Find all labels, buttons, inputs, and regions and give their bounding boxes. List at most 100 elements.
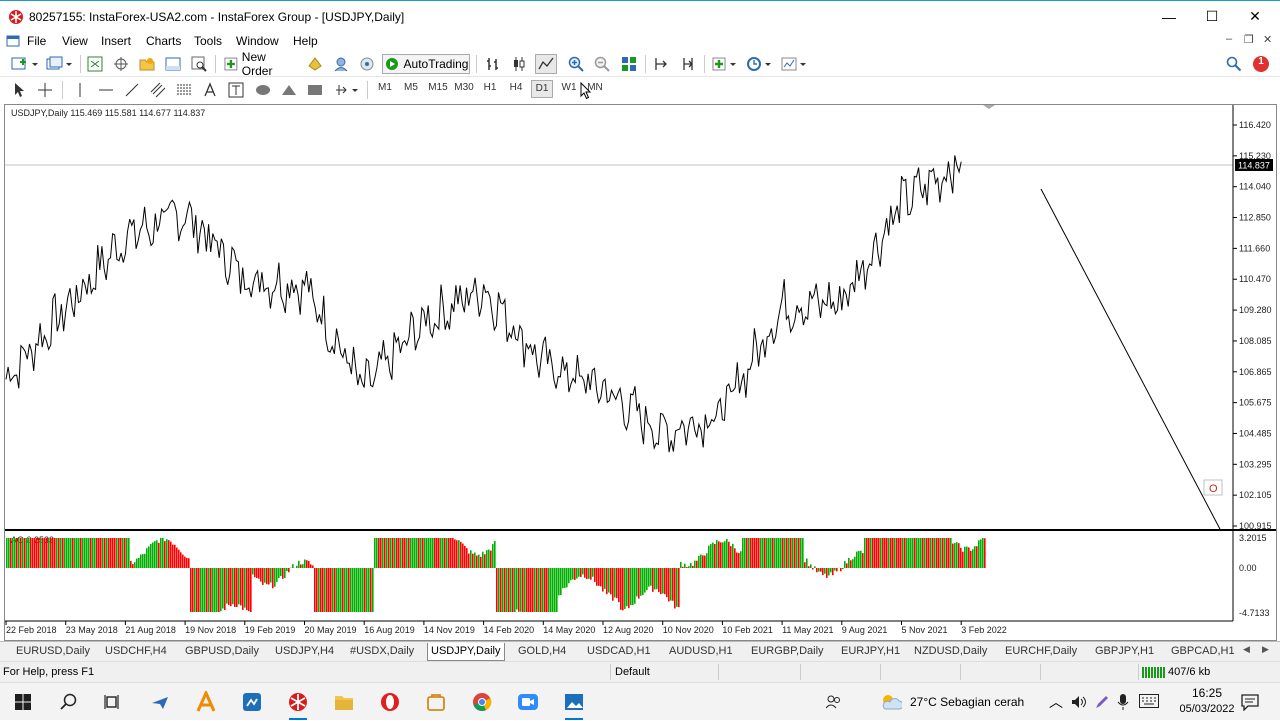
tab-scroll-left-icon[interactable]: ◀ <box>1243 644 1250 655</box>
cursor-tool-button[interactable] <box>9 80 29 100</box>
close-button[interactable]: ✕ <box>1232 1 1278 32</box>
taskbar-app-instaforex[interactable] <box>275 683 321 721</box>
chart-tab[interactable]: GBPCAD,H1 <box>1168 643 1238 661</box>
menu-window[interactable]: Window <box>236 34 279 48</box>
arrows-menu-button[interactable] <box>332 80 362 100</box>
zoom-in-button[interactable] <box>566 54 586 74</box>
tray-chevron-icon[interactable]: ︿ <box>1049 692 1063 712</box>
timeframe-m30[interactable]: M30 <box>453 82 475 93</box>
menu-tools[interactable]: Tools <box>194 34 222 48</box>
triangle-button[interactable] <box>279 80 299 100</box>
ellipse-button[interactable] <box>253 80 273 100</box>
navigator-button[interactable] <box>137 54 157 74</box>
keyboard-icon[interactable] <box>1139 694 1159 708</box>
chart-window-icon[interactable] <box>6 34 20 48</box>
autoscroll-button[interactable] <box>651 54 671 74</box>
timeframe-m5[interactable]: M5 <box>400 82 422 93</box>
fibonacci-button[interactable] <box>174 80 194 100</box>
mdi-restore-button[interactable]: ❐ <box>1244 33 1254 46</box>
horizontal-line-button[interactable] <box>96 80 116 100</box>
chart-tab[interactable]: EURJPY,H1 <box>838 643 903 661</box>
chart-tab[interactable]: USDJPY,H4 <box>272 643 337 661</box>
data-window-button[interactable] <box>111 54 131 74</box>
search-button[interactable] <box>1224 54 1244 74</box>
chart-tab[interactable]: GOLD,H4 <box>515 643 569 661</box>
maximize-button[interactable]: ☐ <box>1189 1 1235 32</box>
indicators-button[interactable] <box>710 54 740 74</box>
trendline-button[interactable] <box>122 80 142 100</box>
autotrading-button[interactable]: AutoTrading <box>382 54 470 74</box>
taskbar-app-plane[interactable] <box>137 683 183 721</box>
timeframe-h4[interactable]: H4 <box>505 82 527 93</box>
clock-time[interactable]: 16:25 <box>1182 686 1232 700</box>
timeframe-w1[interactable]: W1 <box>558 82 580 93</box>
timeframe-m1[interactable]: M1 <box>374 82 396 93</box>
menu-insert[interactable]: Insert <box>101 34 131 48</box>
people-icon[interactable] <box>826 694 842 710</box>
chart-tab[interactable]: EURUSD,Daily <box>13 643 93 661</box>
chart-tab[interactable]: USDJPY,Daily <box>427 643 505 661</box>
chart-canvas[interactable]: USDJPY,Daily 115.469 115.581 114.677 114… <box>5 105 1276 640</box>
chart-tab[interactable]: USDCHF,H4 <box>102 643 170 661</box>
new-order-button[interactable]: New Order <box>222 54 300 74</box>
minimize-button[interactable]: — <box>1146 1 1192 32</box>
new-chart-button[interactable] <box>8 54 40 74</box>
candlestick-button[interactable] <box>509 54 529 74</box>
search-taskbar-button[interactable] <box>46 683 92 721</box>
taskbar-app-zoom[interactable] <box>505 683 551 721</box>
signals-button[interactable] <box>357 54 377 74</box>
task-view-button[interactable] <box>90 683 136 721</box>
taskbar-app-explorer[interactable] <box>321 683 367 721</box>
notification-center-icon[interactable] <box>1241 693 1259 711</box>
taskbar-app-opera[interactable] <box>367 683 413 721</box>
taskbar-app-chrome[interactable] <box>459 683 505 721</box>
menu-view[interactable]: View <box>62 34 88 48</box>
pen-icon[interactable] <box>1094 694 1110 710</box>
crosshair-tool-button[interactable] <box>35 80 55 100</box>
mdi-close-button[interactable]: ✕ <box>1263 33 1272 46</box>
timeframe-h1[interactable]: H1 <box>479 82 501 93</box>
profiles-button[interactable] <box>44 54 74 74</box>
taskbar-app-photos[interactable] <box>551 683 597 721</box>
chart-tab[interactable]: GBPJPY,H1 <box>1092 643 1157 661</box>
mdi-minimize-button[interactable]: – <box>1226 33 1232 45</box>
clock-date[interactable]: 05/03/2022 <box>1170 703 1244 715</box>
strategy-tester-button[interactable] <box>189 54 209 74</box>
chart-tab[interactable]: NZDUSD,Daily <box>911 643 990 661</box>
taskbar-app-bag[interactable] <box>413 683 459 721</box>
vertical-line-button[interactable] <box>70 80 90 100</box>
chart-tab[interactable]: USDCAD,H1 <box>584 643 654 661</box>
volume-icon[interactable] <box>1071 694 1087 710</box>
experts-button[interactable] <box>331 54 351 74</box>
chart-tab[interactable]: EURCHF,Daily <box>1002 643 1080 661</box>
menu-help[interactable]: Help <box>293 34 318 48</box>
taskbar-app-blue[interactable] <box>229 683 275 721</box>
periods-button[interactable] <box>745 54 775 74</box>
chart-tab[interactable]: GBPUSD,Daily <box>182 643 262 661</box>
rectangle-button[interactable] <box>305 80 325 100</box>
tile-windows-button[interactable] <box>619 54 639 74</box>
chart-shift-button[interactable] <box>678 54 698 74</box>
timeframe-d1[interactable]: D1 <box>531 80 553 98</box>
line-chart-button[interactable] <box>535 54 557 74</box>
bar-chart-button[interactable] <box>483 54 503 74</box>
menu-file[interactable]: File <box>27 34 46 48</box>
weather-text[interactable]: 27°C Sebagian cerah <box>910 695 1024 709</box>
microphone-icon[interactable] <box>1117 694 1129 710</box>
text-tool-button[interactable] <box>200 80 220 100</box>
menu-charts[interactable]: Charts <box>146 34 181 48</box>
market-watch-button[interactable] <box>85 54 105 74</box>
timeframe-m15[interactable]: M15 <box>427 82 449 93</box>
chart-tab[interactable]: EURGBP,Daily <box>748 643 827 661</box>
terminal-button[interactable] <box>163 54 183 74</box>
chart-tab[interactable]: AUDUSD,H1 <box>666 643 736 661</box>
channel-button[interactable] <box>148 80 168 100</box>
metaeditor-button[interactable] <box>305 54 325 74</box>
taskbar-app-a[interactable] <box>183 683 229 721</box>
templates-button[interactable] <box>780 54 810 74</box>
text-label-button[interactable] <box>226 80 246 100</box>
notifications-button[interactable]: 1 <box>1250 54 1272 74</box>
zoom-out-button[interactable] <box>592 54 612 74</box>
chart-tab[interactable]: #USDX,Daily <box>347 643 417 661</box>
start-button[interactable] <box>0 683 46 721</box>
